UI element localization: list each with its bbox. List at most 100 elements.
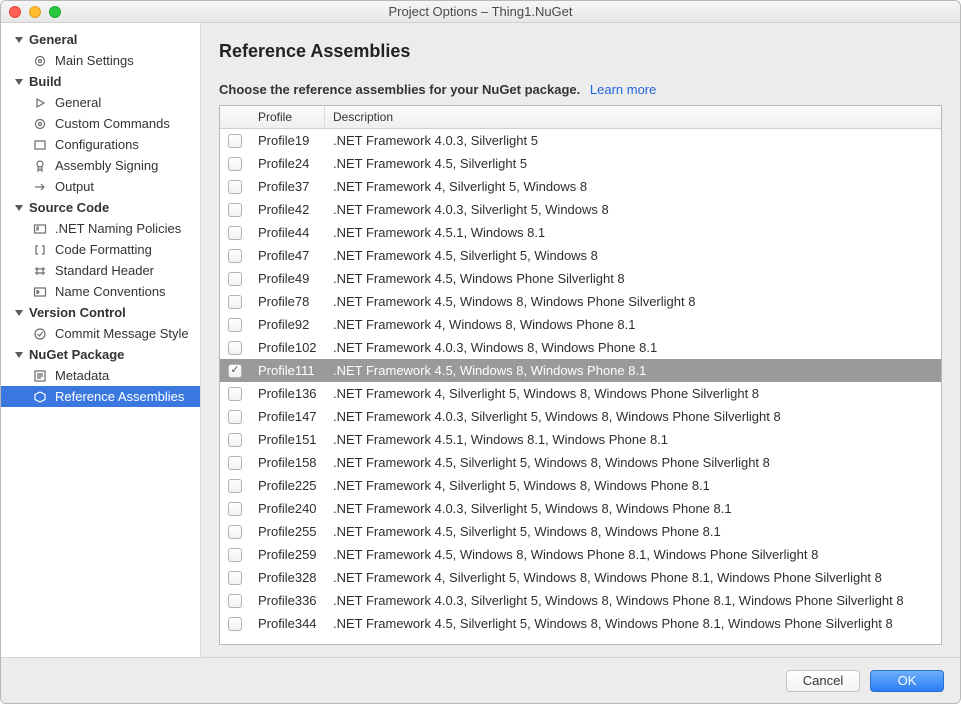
profile-checkbox[interactable] (228, 318, 242, 332)
close-icon[interactable] (9, 6, 21, 18)
table-row[interactable]: Profile111.NET Framework 4.5, Windows 8,… (220, 359, 941, 382)
sidebar-item[interactable]: Name Conventions (1, 281, 200, 302)
profile-desc: .NET Framework 4.5, Windows 8, Windows P… (325, 547, 941, 562)
profile-desc: .NET Framework 4.0.3, Silverlight 5, Win… (325, 409, 941, 424)
profile-name: Profile225 (250, 478, 325, 493)
ok-button[interactable]: OK (870, 670, 944, 692)
table-row[interactable]: Profile47.NET Framework 4.5, Silverlight… (220, 244, 941, 267)
table-row[interactable]: Profile42.NET Framework 4.0.3, Silverlig… (220, 198, 941, 221)
table-row[interactable]: Profile49.NET Framework 4.5, Windows Pho… (220, 267, 941, 290)
table-row[interactable]: Profile344.NET Framework 4.5, Silverligh… (220, 612, 941, 635)
profile-desc: .NET Framework 4.5, Windows 8, Windows P… (325, 363, 941, 378)
profile-desc: .NET Framework 4.5, Silverlight 5, Windo… (325, 455, 941, 470)
profile-checkbox[interactable] (228, 180, 242, 194)
profile-checkbox[interactable] (228, 525, 242, 539)
sidebar-item[interactable]: Standard Header (1, 260, 200, 281)
profile-checkbox[interactable] (228, 479, 242, 493)
profile-name: Profile328 (250, 570, 325, 585)
profile-desc: .NET Framework 4.5, Windows 8, Windows P… (325, 294, 941, 309)
table-row[interactable]: Profile92.NET Framework 4, Windows 8, Wi… (220, 313, 941, 336)
profile-checkbox[interactable] (228, 295, 242, 309)
sidebar-item[interactable]: General (1, 92, 200, 113)
table-row[interactable]: Profile158.NET Framework 4.5, Silverligh… (220, 451, 941, 474)
sidebar-item[interactable]: Main Settings (1, 50, 200, 71)
table-row[interactable]: Profile24.NET Framework 4.5, Silverlight… (220, 152, 941, 175)
profile-checkbox[interactable] (228, 203, 242, 217)
table-row[interactable]: Profile44.NET Framework 4.5.1, Windows 8… (220, 221, 941, 244)
sidebar-item[interactable]: .NET Naming Policies (1, 218, 200, 239)
sidebar-category[interactable]: Version Control (1, 302, 200, 323)
gear-icon (33, 117, 47, 131)
profile-checkbox[interactable] (228, 594, 242, 608)
profile-checkbox[interactable] (228, 341, 242, 355)
table-row[interactable]: Profile225.NET Framework 4, Silverlight … (220, 474, 941, 497)
profile-name: Profile44 (250, 225, 325, 240)
table-row[interactable]: Profile136.NET Framework 4, Silverlight … (220, 382, 941, 405)
sidebar-item[interactable]: Assembly Signing (1, 155, 200, 176)
profile-checkbox[interactable] (228, 272, 242, 286)
content: GeneralMain SettingsBuildGeneralCustom C… (1, 23, 960, 657)
abc-icon (33, 222, 47, 236)
table-row[interactable]: Profile328.NET Framework 4, Silverlight … (220, 566, 941, 589)
table-row[interactable]: Profile19.NET Framework 4.0.3, Silverlig… (220, 129, 941, 152)
table-row[interactable]: Profile147.NET Framework 4.0.3, Silverli… (220, 405, 941, 428)
profile-checkbox[interactable] (228, 387, 242, 401)
profile-checkbox[interactable] (228, 571, 242, 585)
sidebar-item-label: Main Settings (55, 53, 134, 68)
table-row[interactable]: Profile78.NET Framework 4.5, Windows 8, … (220, 290, 941, 313)
table-row[interactable]: Profile37.NET Framework 4, Silverlight 5… (220, 175, 941, 198)
minimize-icon[interactable] (29, 6, 41, 18)
sidebar-item-label: Commit Message Style (55, 326, 189, 341)
sidebar-item[interactable]: Code Formatting (1, 239, 200, 260)
arrow-right-icon (33, 180, 47, 194)
profiles-table[interactable]: Profile Description Profile19.NET Framew… (219, 105, 942, 645)
table-row[interactable]: Profile240.NET Framework 4.0.3, Silverli… (220, 497, 941, 520)
maximize-icon[interactable] (49, 6, 61, 18)
profile-checkbox[interactable] (228, 134, 242, 148)
sidebar-item[interactable]: Commit Message Style (1, 323, 200, 344)
play-icon (33, 96, 47, 110)
profile-checkbox[interactable] (228, 364, 242, 378)
table-row[interactable]: Profile336.NET Framework 4.0.3, Silverli… (220, 589, 941, 612)
learn-more-link[interactable]: Learn more (590, 82, 656, 97)
sidebar-item[interactable]: Output (1, 176, 200, 197)
sidebar-category[interactable]: NuGet Package (1, 344, 200, 365)
profile-checkbox[interactable] (228, 157, 242, 171)
sidebar[interactable]: GeneralMain SettingsBuildGeneralCustom C… (1, 23, 201, 657)
profile-checkbox[interactable] (228, 548, 242, 562)
sidebar-category[interactable]: General (1, 29, 200, 50)
profile-name: Profile259 (250, 547, 325, 562)
sidebar-item[interactable]: Metadata (1, 365, 200, 386)
profile-name: Profile158 (250, 455, 325, 470)
sidebar-item[interactable]: Configurations (1, 134, 200, 155)
profile-checkbox[interactable] (228, 456, 242, 470)
profile-name: Profile255 (250, 524, 325, 539)
table-row[interactable]: Profile151.NET Framework 4.5.1, Windows … (220, 428, 941, 451)
sidebar-item[interactable]: Custom Commands (1, 113, 200, 134)
sidebar-category[interactable]: Source Code (1, 197, 200, 218)
profile-checkbox[interactable] (228, 433, 242, 447)
profile-desc: .NET Framework 4.0.3, Silverlight 5, Win… (325, 202, 941, 217)
table-row[interactable]: Profile259.NET Framework 4.5, Windows 8,… (220, 543, 941, 566)
profile-name: Profile37 (250, 179, 325, 194)
sidebar-item-label: Configurations (55, 137, 139, 152)
sidebar-category[interactable]: Build (1, 71, 200, 92)
profile-checkbox[interactable] (228, 226, 242, 240)
cancel-button[interactable]: Cancel (786, 670, 860, 692)
table-row[interactable]: Profile102.NET Framework 4.0.3, Windows … (220, 336, 941, 359)
column-description[interactable]: Description (325, 106, 941, 128)
sidebar-item-label: Metadata (55, 368, 109, 383)
sidebar-item-label: Assembly Signing (55, 158, 158, 173)
profile-checkbox[interactable] (228, 617, 242, 631)
table-header: Profile Description (220, 106, 941, 129)
sidebar-item[interactable]: Reference Assemblies (1, 386, 200, 407)
profile-checkbox[interactable] (228, 410, 242, 424)
chevron-down-icon (15, 37, 23, 43)
profile-checkbox[interactable] (228, 249, 242, 263)
profile-name: Profile336 (250, 593, 325, 608)
tag-icon (33, 285, 47, 299)
column-profile[interactable]: Profile (250, 106, 325, 128)
table-row[interactable]: Profile255.NET Framework 4.5, Silverligh… (220, 520, 941, 543)
profile-checkbox[interactable] (228, 502, 242, 516)
hex-icon (33, 390, 47, 404)
